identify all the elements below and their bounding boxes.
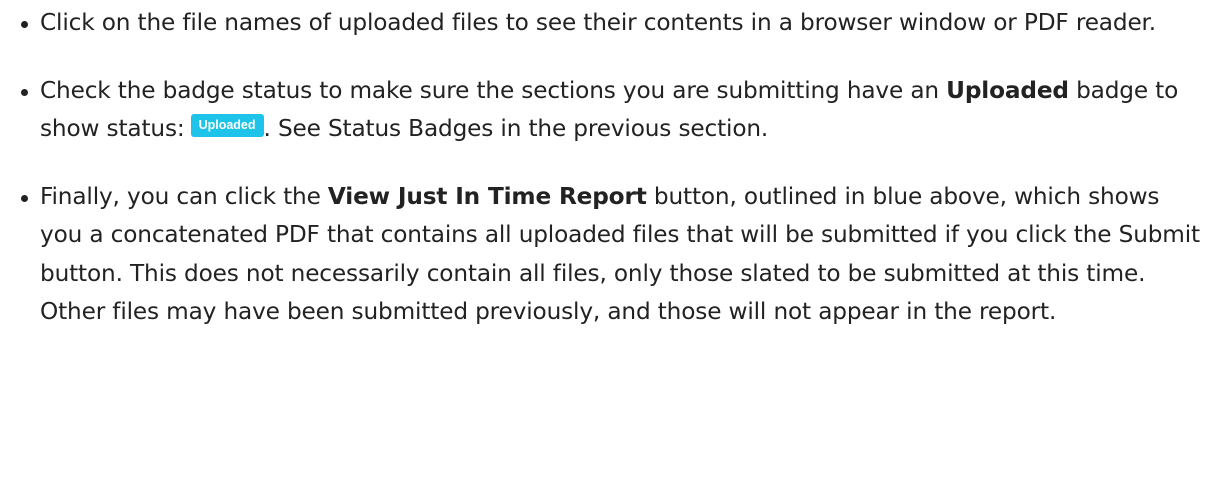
bullet-icon [21,21,28,28]
bullet-icon [21,88,28,96]
bullet-icon [21,194,28,202]
status-badge: Uploaded [190,114,264,137]
bullet-text: Click on the file names of uploaded file… [40,9,1157,36]
bullet-text-before: Finally, you can click the [40,182,328,210]
list-item: Check the badge status to make sure the … [20,72,1200,149]
bold-term-report-button: View Just In Time Report [327,182,647,210]
list-item: Click on the file names of uploaded file… [20,4,1200,43]
bold-term-uploaded: Uploaded [946,76,1069,104]
bullet-text-after: . See Status Badges in the previous sec­… [263,115,769,142]
instruction-list: Click on the file names of uploaded file… [20,4,1200,332]
list-item: Finally, you can click the View Just In … [20,178,1200,332]
bullet-text-before: Check the badge status to make sure the … [40,76,947,104]
